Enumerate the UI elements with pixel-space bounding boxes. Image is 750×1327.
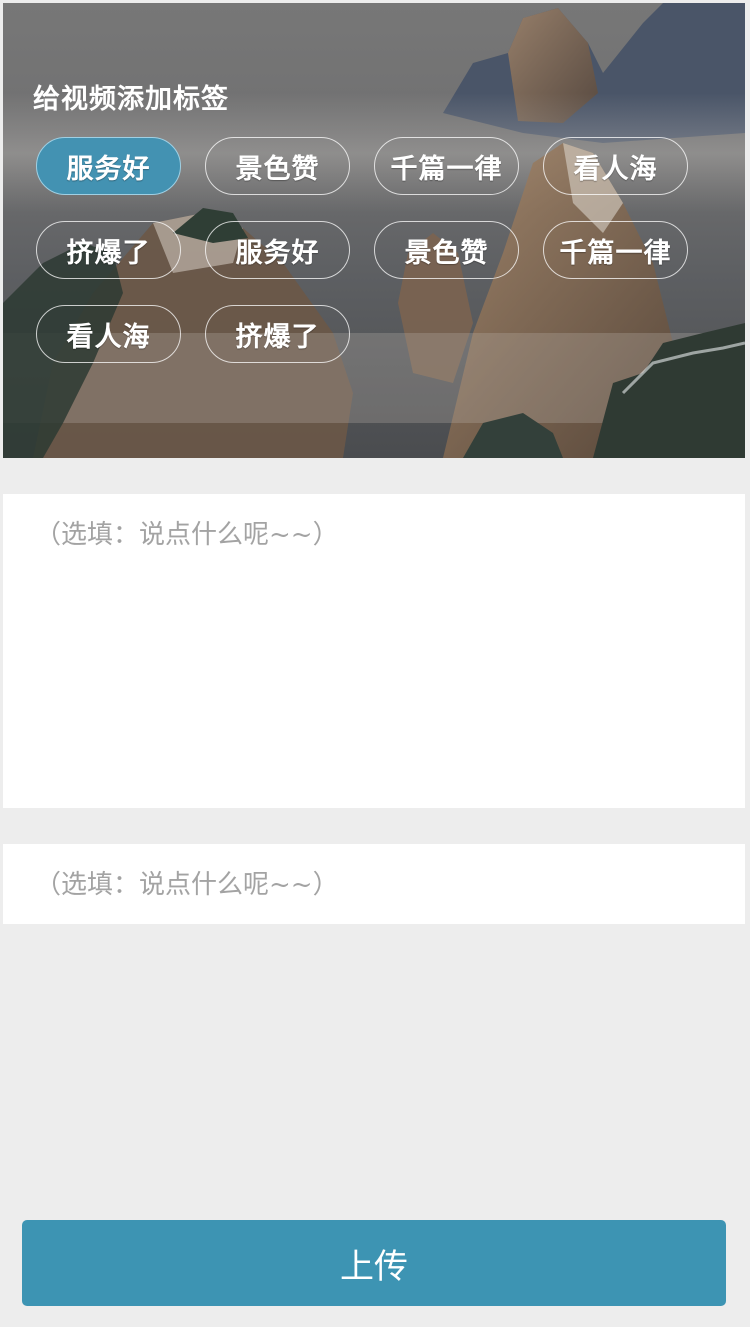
tag-chip[interactable]: 挤爆了 [36,221,181,279]
comment-textarea[interactable] [33,512,727,796]
tag-chip[interactable]: 服务好 [36,137,181,195]
tag-chip[interactable]: 千篇一律 [543,221,688,279]
tag-chip[interactable]: 挤爆了 [205,305,350,363]
short-input-area [3,844,745,924]
header-banner: 给视频添加标签 服务好 景色赞 千篇一律 看人海 挤爆了 服务好 景色赞 千篇一… [3,3,745,458]
upload-button[interactable]: 上传 [22,1220,726,1306]
comment-area [3,494,745,808]
tag-chip[interactable]: 千篇一律 [374,137,519,195]
tag-chip[interactable]: 服务好 [205,221,350,279]
tag-chip[interactable]: 景色赞 [374,221,519,279]
page-title: 给视频添加标签 [33,84,229,115]
tag-chip[interactable]: 看人海 [36,305,181,363]
note-input[interactable] [33,862,727,908]
tag-chip[interactable]: 看人海 [543,137,688,195]
tag-chip[interactable]: 景色赞 [205,137,350,195]
